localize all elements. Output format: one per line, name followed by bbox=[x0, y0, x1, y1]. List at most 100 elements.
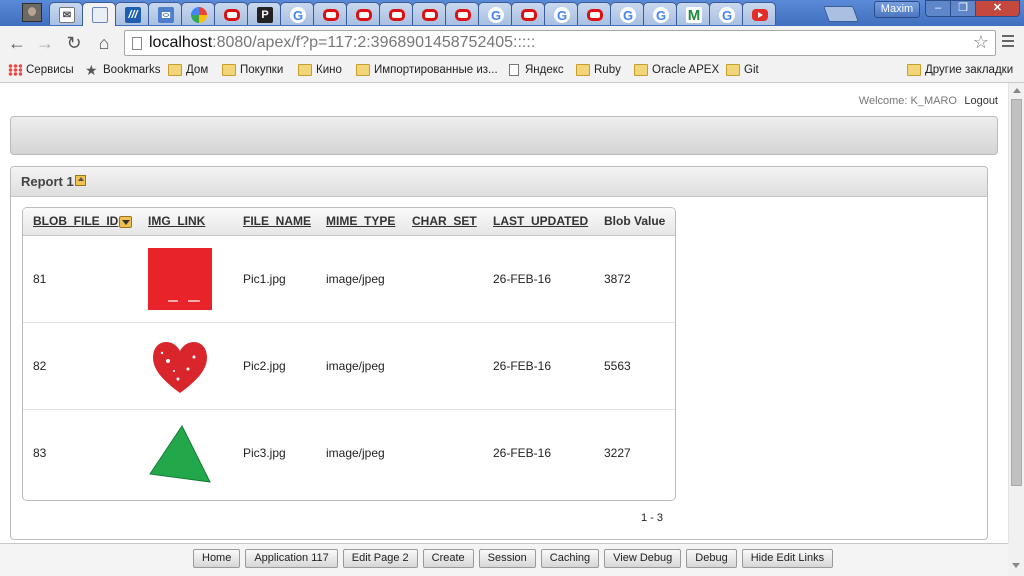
browser-tab[interactable] bbox=[181, 2, 215, 25]
close-window-button[interactable]: ✕ bbox=[975, 0, 1020, 17]
col-header-label[interactable]: CHAR_SET bbox=[412, 214, 477, 228]
browser-tab[interactable] bbox=[412, 2, 446, 25]
browser-tab[interactable]: /// bbox=[115, 2, 149, 25]
dev-button-home[interactable]: Home bbox=[193, 549, 241, 568]
col-img-link[interactable]: IMG_LINK bbox=[138, 208, 233, 236]
dev-button-create[interactable]: Create bbox=[422, 549, 474, 568]
browser-tab[interactable]: G bbox=[280, 2, 314, 25]
browser-tab[interactable]: M bbox=[676, 2, 710, 25]
bookmark-item[interactable]: Ruby bbox=[576, 63, 621, 79]
dev-button-debug[interactable]: Debug bbox=[686, 549, 737, 568]
browser-tab[interactable]: G bbox=[643, 2, 677, 25]
bookmark-item[interactable]: Дом bbox=[168, 63, 208, 79]
address-bar[interactable]: localhost:8080/apex/f?p=117:2:3968901458… bbox=[124, 30, 996, 56]
minimize-button[interactable]: – bbox=[925, 0, 951, 17]
browser-tab[interactable]: G bbox=[544, 2, 578, 25]
red-square-image[interactable] bbox=[148, 247, 212, 310]
col-header-label[interactable]: BLOB_FILE_ID bbox=[33, 214, 118, 228]
green-triangle-image[interactable] bbox=[148, 422, 212, 484]
photos-icon bbox=[191, 7, 207, 23]
browser-tab[interactable] bbox=[214, 2, 248, 25]
bookmark-label: Кино bbox=[316, 64, 342, 76]
collapse-icon[interactable] bbox=[75, 175, 86, 186]
report-table: BLOB_FILE_ID IMG_LINK FILE_NAME MIME_TYP… bbox=[23, 208, 675, 496]
home-icon[interactable]: ⌂ bbox=[93, 32, 115, 54]
browser-tab[interactable] bbox=[346, 2, 380, 25]
oracle-icon bbox=[587, 9, 603, 21]
logout-link[interactable]: Logout bbox=[964, 95, 998, 107]
developer-toolbar: Home Application 117 Edit Page 2 Create Sess… bbox=[0, 543, 1008, 576]
table-row: 82 Pic2.jpg image/jpeg 26-FEB-16 5563 bbox=[23, 322, 675, 410]
cell-char-set bbox=[402, 409, 483, 496]
new-tab-button[interactable] bbox=[823, 6, 859, 22]
maximize-button[interactable]: ❐ bbox=[950, 0, 976, 17]
reload-icon[interactable]: ↻ bbox=[63, 32, 85, 54]
url-rest: :8080/apex/f?p=117:2:3968901458752405:::… bbox=[212, 34, 536, 51]
col-blob-file-id[interactable]: BLOB_FILE_ID bbox=[23, 208, 138, 236]
star-icon: ★ bbox=[85, 62, 98, 78]
cell-mime-type: image/jpeg bbox=[326, 445, 385, 460]
browser-tab[interactable]: ✉ bbox=[49, 2, 83, 25]
bookmark-item[interactable]: ★ Bookmarks bbox=[85, 63, 161, 79]
page-content: Welcome: K_MARO Logout Report 1 BLOB_FIL… bbox=[0, 83, 1008, 543]
col-header-label[interactable]: LAST_UPDATED bbox=[493, 214, 588, 228]
col-last-updated[interactable]: LAST_UPDATED bbox=[483, 208, 594, 236]
browser-tab[interactable] bbox=[445, 2, 479, 25]
region-header: Report 1 bbox=[11, 167, 987, 197]
red-heart-image[interactable] bbox=[148, 335, 212, 397]
bookmark-item[interactable]: Oracle APEX bbox=[634, 63, 719, 79]
folder-icon bbox=[907, 64, 921, 76]
bookmark-star-icon[interactable]: ☆ bbox=[973, 32, 989, 53]
cell-img[interactable] bbox=[138, 322, 233, 410]
cell-blob-value: 3227 bbox=[604, 445, 631, 460]
col-header-label[interactable]: IMG_LINK bbox=[148, 214, 205, 228]
browser-tab[interactable] bbox=[577, 2, 611, 25]
bookmark-item[interactable]: Импортированные из... bbox=[356, 63, 498, 79]
col-file-name[interactable]: FILE_NAME bbox=[233, 208, 316, 236]
forward-icon[interactable]: → bbox=[34, 32, 56, 54]
dev-button-application-117[interactable]: Application 117 bbox=[245, 549, 338, 568]
browser-tab[interactable]: P bbox=[247, 2, 281, 25]
bookmark-item[interactable]: Кино bbox=[298, 63, 342, 79]
browser-tab[interactable]: G bbox=[610, 2, 644, 25]
sort-desc-icon[interactable] bbox=[119, 216, 133, 229]
bookmark-label: Дом bbox=[186, 64, 209, 76]
scroll-up-icon[interactable] bbox=[1013, 88, 1021, 93]
cell-char-set bbox=[402, 322, 483, 410]
browser-tab[interactable] bbox=[313, 2, 347, 25]
cell-id: 83 bbox=[33, 445, 47, 460]
col-header-label[interactable]: FILE_NAME bbox=[243, 214, 311, 228]
dev-button-caching[interactable]: Caching bbox=[540, 549, 600, 568]
profile-button[interactable]: Maxim bbox=[874, 1, 920, 18]
avatar-icon[interactable] bbox=[22, 3, 42, 22]
back-icon[interactable]: ← bbox=[6, 32, 28, 54]
vertical-scrollbar[interactable] bbox=[1008, 83, 1024, 543]
bookmark-item[interactable]: Сервисы bbox=[8, 63, 74, 79]
scroll-thumb[interactable] bbox=[1011, 99, 1022, 486]
dev-button-hide-edit-links[interactable]: Hide Edit Links bbox=[741, 549, 834, 568]
scroll-down-icon[interactable] bbox=[1012, 563, 1020, 568]
bookmark-item[interactable]: Яндекс bbox=[507, 63, 564, 79]
col-mime-type[interactable]: MIME_TYPE bbox=[316, 208, 402, 236]
browser-tab[interactable] bbox=[742, 2, 776, 25]
bookmark-item[interactable]: Другие закладки bbox=[907, 63, 1013, 79]
browser-tab[interactable]: G bbox=[478, 2, 512, 25]
browser-tab[interactable] bbox=[82, 2, 116, 26]
cell-img[interactable] bbox=[138, 235, 233, 323]
bookmark-item[interactable]: Git bbox=[726, 63, 759, 79]
dev-button-session[interactable]: Session bbox=[478, 549, 536, 568]
bookmark-item[interactable]: Покупки bbox=[222, 63, 283, 79]
cell-last-updated: 26-FEB-16 bbox=[493, 445, 552, 460]
table-row: 83 Pic3.jpg image/jpeg 26-FEB-16 3227 bbox=[23, 409, 675, 496]
dev-button-edit-page-2[interactable]: Edit Page 2 bbox=[342, 549, 418, 568]
dev-button-view-debug[interactable]: View Debug bbox=[604, 549, 682, 568]
browser-tab[interactable] bbox=[379, 2, 413, 25]
cell-img[interactable] bbox=[138, 409, 233, 496]
menu-icon[interactable] bbox=[1002, 35, 1014, 49]
browser-tab[interactable]: ✉ bbox=[148, 2, 182, 25]
browser-tab[interactable]: G bbox=[709, 2, 743, 25]
col-char-set[interactable]: CHAR_SET bbox=[402, 208, 483, 236]
browser-tab[interactable] bbox=[511, 2, 545, 25]
col-header-label[interactable]: MIME_TYPE bbox=[326, 214, 395, 228]
google-icon: G bbox=[620, 7, 636, 23]
